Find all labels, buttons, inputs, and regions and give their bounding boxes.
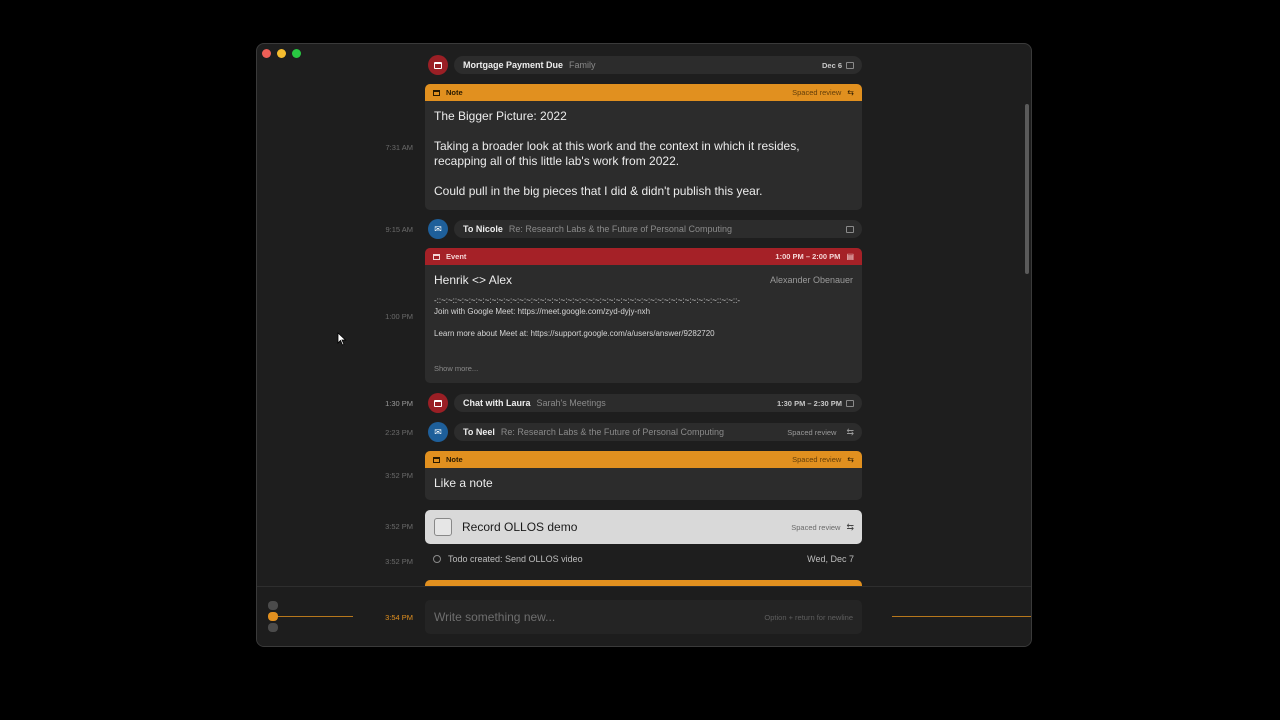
calendar-icon	[846, 399, 854, 407]
activity-date: Wed, Dec 7	[807, 554, 854, 564]
event-pill-chat-laura[interactable]: Chat with Laura Sarah's Meetings 1:30 PM…	[454, 394, 862, 412]
note-card-bigger-picture[interactable]: Note Spaced review ⇆ The Bigger Picture:…	[425, 84, 862, 210]
now-line-right	[892, 616, 1031, 617]
email-subject: Re: Research Labs & the Future of Person…	[508, 224, 732, 234]
event-type-label: Event	[446, 252, 467, 261]
event-calendar: Sarah's Meetings	[536, 398, 606, 408]
minimize-window-button[interactable]	[277, 49, 286, 58]
event-time-range: 1:30 PM – 2:30 PM	[776, 398, 842, 408]
event-organizer: Alexander Obenauer	[769, 275, 853, 285]
show-more-link[interactable]: Show more...	[434, 361, 853, 376]
composer-placeholder[interactable]: Write something new...	[434, 610, 555, 624]
event-pill-mortgage[interactable]: Mortgage Payment Due Family Dec 6	[454, 56, 862, 74]
event-time-range: 1:00 PM – 2:00 PM	[775, 252, 841, 261]
email-recipient: To Neel	[463, 427, 495, 437]
meet-help-link[interactable]: Learn more about Meet at: https://suppor…	[434, 328, 853, 339]
email-pill-neel[interactable]: To Neel Re: Research Labs & the Future o…	[454, 423, 862, 441]
todo-item-record-demo[interactable]: Record OLLOS demo Spaced review ⇆	[425, 510, 862, 544]
check-circle-icon	[433, 555, 441, 563]
todo-label: Record OLLOS demo	[462, 520, 578, 534]
event-calendar: Family	[569, 60, 596, 70]
note-icon	[433, 456, 440, 463]
calendar-icon	[433, 253, 440, 260]
scrubber-handle-active[interactable]	[268, 612, 278, 621]
event-description-divider: -::~:~::~:~:~:~:~:~:~:~:~:~:~:~:~:~:~:~:…	[434, 296, 741, 305]
mail-icon: ✉	[428, 219, 448, 239]
calendar-icon	[428, 393, 448, 413]
event-header: Event 1:00 PM – 2:00 PM ▤	[425, 248, 862, 265]
event-title: Mortgage Payment Due	[463, 60, 564, 70]
scrollbar-thumb[interactable]	[1025, 104, 1029, 274]
timestamp: 3:52 PM	[385, 557, 413, 566]
timestamp: 7:31 AM	[385, 143, 413, 152]
email-pill-nicole[interactable]: To Nicole Re: Research Labs & the Future…	[454, 220, 862, 238]
spaced-review-icon[interactable]: ⇆	[846, 522, 854, 533]
activity-row-todo-created: Todo created: Send OLLOS video Wed, Dec …	[433, 554, 854, 564]
scrubber-handle[interactable]	[268, 601, 278, 610]
now-line-left	[269, 616, 353, 617]
note-paragraph: Could pull in the big pieces that I did …	[434, 184, 763, 198]
spaced-review-label: Spaced review	[792, 88, 842, 97]
event-date: Dec 6	[821, 60, 842, 70]
note-title: Like a note	[434, 476, 493, 490]
calendar-icon: ▤	[846, 252, 854, 261]
spaced-review-label: Spaced review	[787, 427, 837, 437]
scrubber-handle[interactable]	[268, 623, 278, 632]
spaced-review-icon[interactable]: ⇆	[847, 88, 854, 97]
note-card-like-a-note[interactable]: Note Spaced review ⇆ Like a note	[425, 451, 862, 500]
spaced-review-icon[interactable]: ⇆	[846, 427, 854, 438]
calendar-icon	[846, 61, 854, 69]
timestamp: 1:30 PM	[385, 399, 413, 408]
spaced-review-label: Spaced review	[791, 522, 841, 532]
event-title: Henrik <> Alex	[434, 273, 513, 287]
note-header: Note Spaced review ⇆	[425, 84, 862, 101]
spaced-review-icon[interactable]: ⇆	[847, 455, 854, 464]
timestamp: 9:15 AM	[385, 225, 413, 234]
timestamp: 2:23 PM	[385, 428, 413, 437]
mail-icon: ✉	[428, 422, 448, 442]
schedule-icon[interactable]	[846, 225, 854, 233]
spaced-review-label: Spaced review	[792, 455, 842, 464]
todo-checkbox[interactable]	[434, 518, 452, 536]
note-header: Note Spaced review ⇆	[425, 451, 862, 468]
note-icon	[433, 89, 440, 96]
window-controls	[262, 49, 301, 58]
note-type-label: Note	[446, 88, 463, 97]
activity-text: Todo created: Send OLLOS video	[448, 554, 583, 564]
email-subject: Re: Research Labs & the Future of Person…	[500, 427, 724, 437]
email-recipient: To Nicole	[463, 224, 503, 234]
calendar-icon	[428, 55, 448, 75]
timestamp: 1:00 PM	[385, 312, 413, 321]
close-window-button[interactable]	[262, 49, 271, 58]
note-paragraph: Taking a broader look at this work and t…	[434, 139, 800, 168]
current-time: 3:54 PM	[385, 613, 413, 622]
zoom-window-button[interactable]	[292, 49, 301, 58]
newline-hint: Option + return for newline	[764, 612, 853, 622]
timestamp: 3:52 PM	[385, 471, 413, 480]
meet-link[interactable]: Join with Google Meet: https://meet.goog…	[434, 306, 853, 317]
event-title: Chat with Laura	[463, 398, 531, 408]
app-window: Mortgage Payment Due Family Dec 6 7:31 A…	[256, 43, 1032, 647]
note-title: The Bigger Picture: 2022	[434, 109, 567, 123]
timestamp: 3:52 PM	[385, 522, 413, 531]
event-card-henrik-alex[interactable]: Event 1:00 PM – 2:00 PM ▤ Henrik <> Alex…	[425, 248, 862, 383]
composer-input-box[interactable]: Write something new... Option + return f…	[425, 600, 862, 634]
note-type-label: Note	[446, 455, 463, 464]
